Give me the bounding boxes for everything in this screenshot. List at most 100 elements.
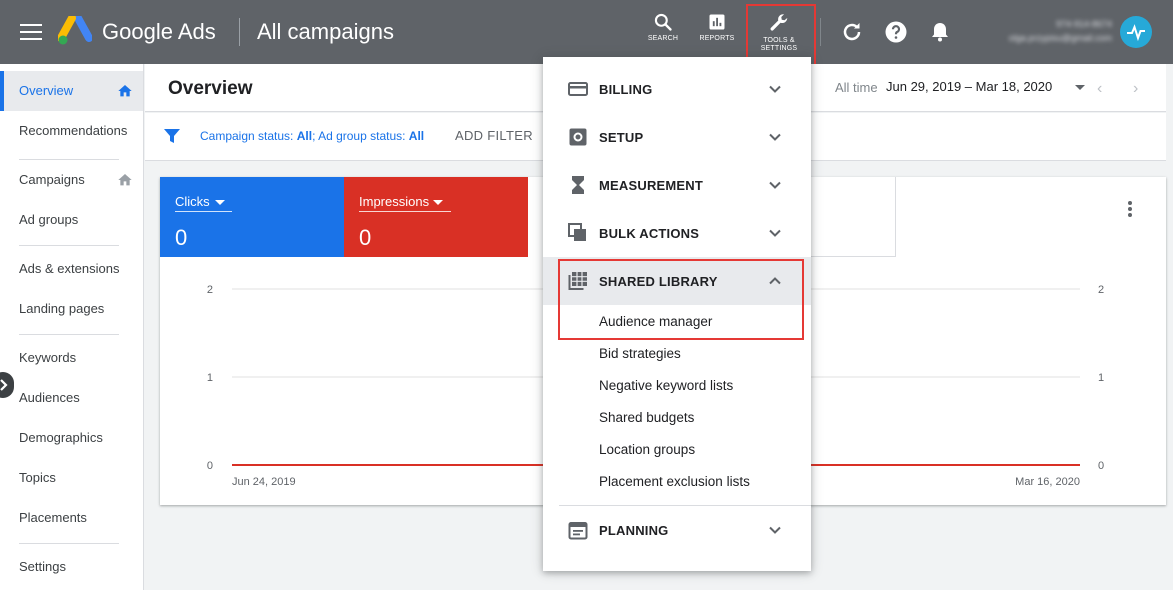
avatar[interactable] [1120, 16, 1152, 48]
credit-card-icon [568, 82, 588, 96]
y-tick-label-right: 2 [1098, 284, 1104, 296]
copy-stack-icon [568, 223, 586, 241]
dropdown-caret-icon[interactable] [1075, 85, 1085, 90]
more-options-icon[interactable] [1128, 201, 1132, 219]
home-icon [118, 85, 132, 97]
sidebar-item-audiences[interactable]: Audiences [0, 378, 143, 418]
account-email: olga.przypisu@gmail.com [1008, 33, 1112, 43]
sidebar-item-label: Demographics [19, 430, 103, 445]
help-icon[interactable] [884, 20, 908, 44]
divider [19, 334, 119, 335]
chevron-down-icon [769, 85, 781, 93]
pulse-icon [1127, 24, 1145, 42]
account-id: 974-914-8674 [1055, 19, 1112, 29]
sidebar-item-overview[interactable]: Overview [0, 71, 143, 111]
sidebar-item-label: Audiences [19, 390, 80, 405]
filter-icon[interactable] [163, 128, 181, 144]
reports-button[interactable]: REPORTS [694, 12, 740, 54]
chevron-down-icon [769, 181, 781, 189]
menu-item-billing[interactable]: BILLING [543, 65, 811, 113]
metric-slot-empty[interactable] [810, 177, 896, 257]
top-app-bar: Google Ads All campaigns SEARCH REPORTS … [0, 0, 1173, 66]
dropdown-caret-icon [215, 200, 225, 205]
search-label: SEARCH [647, 35, 679, 42]
sidebar-item-label: Topics [19, 470, 56, 485]
sidebar-item-landing-pages[interactable]: Landing pages [0, 289, 143, 329]
menu-subitem-placement-exclusion-lists[interactable]: Placement exclusion lists [599, 474, 750, 489]
menu-item-setup[interactable]: SETUP [543, 113, 811, 161]
chevron-down-icon [769, 229, 781, 237]
chevron-right-icon [0, 379, 8, 391]
sidebar-item-label: Ad groups [19, 212, 79, 227]
reports-icon [709, 14, 725, 30]
menu-item-label: PLANNING [599, 523, 669, 538]
menu-item-label: BILLING [599, 82, 653, 97]
sidebar-item-label: Overview [19, 83, 74, 98]
sidebar-item-ads-extensions[interactable]: Ads & extensions [0, 249, 143, 289]
next-period-icon[interactable]: › [1133, 80, 1138, 98]
refresh-icon[interactable] [840, 20, 864, 44]
sidebar-nav: Overview Recommendations Campaigns Ad gr… [0, 64, 144, 590]
menu-icon[interactable] [20, 24, 42, 40]
sidebar-item-label: Settings [19, 559, 66, 574]
sidebar-item-recommendations[interactable]: Recommendations [0, 111, 143, 151]
menu-item-bulk-actions[interactable]: BULK ACTIONS [543, 209, 811, 257]
date-range-picker[interactable]: Jun 29, 2019 – Mar 18, 2020 [886, 79, 1052, 94]
menu-subitem-negative-keyword-lists[interactable]: Negative keyword lists [599, 378, 733, 393]
menu-item-label: BULK ACTIONS [599, 226, 700, 241]
menu-subitem-bid-strategies[interactable]: Bid strategies [599, 346, 681, 361]
divider [820, 18, 821, 46]
sidebar-item-placements[interactable]: Placements [0, 498, 143, 538]
page-title: All campaigns [257, 19, 394, 44]
metric-impressions[interactable]: Impressions 0 [344, 177, 528, 257]
filter-summary[interactable]: Campaign status: All; Ad group status: A… [200, 129, 424, 143]
sidebar-item-label: Keywords [19, 350, 77, 365]
sidebar-item-keywords[interactable]: Keywords [0, 338, 143, 378]
menu-subitem-location-groups[interactable]: Location groups [599, 442, 695, 457]
y-tick-label-left: 2 [207, 284, 213, 296]
home-icon [118, 174, 132, 186]
sidebar-item-label: Recommendations [19, 123, 128, 138]
sidebar-item-ad-groups[interactable]: Ad groups [0, 200, 143, 240]
sidebar-item-campaigns[interactable]: Campaigns [0, 160, 143, 200]
filter-adgroup-label: ; Ad group status: [312, 129, 409, 143]
sidebar-item-label: Campaigns [19, 172, 85, 187]
sidebar-item-demographics[interactable]: Demographics [0, 418, 143, 458]
sidebar-item-topics[interactable]: Topics [0, 458, 143, 498]
sidebar-item-label: Landing pages [19, 301, 105, 316]
x-tick-label: Jun 24, 2019 [232, 476, 296, 488]
brand-name[interactable]: Google Ads [102, 19, 216, 45]
menu-subitem-shared-budgets[interactable]: Shared budgets [599, 410, 694, 425]
shared-library-highlight-box [558, 259, 804, 340]
search-button[interactable]: SEARCH [640, 12, 686, 54]
collapse-sidebar-button[interactable] [0, 372, 14, 398]
divider [239, 18, 240, 46]
page-heading: Overview [168, 78, 253, 99]
sidebar-item-label: Placements [19, 510, 87, 525]
sidebar-item-label: Ads & extensions [19, 261, 120, 276]
sidebar-item-settings[interactable]: Settings [0, 547, 143, 587]
google-ads-logo [58, 16, 92, 45]
account-info[interactable]: 974-914-8674 olga.przypisu@gmail.com [972, 17, 1112, 45]
dropdown-caret-icon [433, 200, 443, 205]
divider [19, 245, 119, 246]
filter-campaign-value: All [296, 129, 313, 143]
notifications-bell-icon[interactable] [928, 20, 952, 44]
date-range-label: All time [835, 80, 878, 95]
filter-adgroup-value: All [408, 129, 425, 143]
x-tick-label: Mar 16, 2020 [1015, 476, 1080, 488]
chevron-down-icon [769, 526, 781, 534]
chevron-down-icon [769, 133, 781, 141]
divider [19, 543, 119, 544]
add-filter-button[interactable]: ADD FILTER [455, 128, 533, 143]
y-tick-label-left: 0 [207, 460, 213, 472]
gear-icon [569, 128, 587, 146]
search-icon [654, 13, 672, 31]
previous-period-icon[interactable]: ‹ [1097, 80, 1102, 98]
menu-item-planning[interactable]: PLANNING [543, 506, 811, 554]
menu-item-measurement[interactable]: MEASUREMENT [543, 161, 811, 209]
filter-campaign-label: Campaign status: [200, 129, 297, 143]
y-tick-label-right: 0 [1098, 460, 1104, 472]
menu-item-label: SETUP [599, 130, 644, 145]
metric-clicks[interactable]: Clicks 0 [160, 177, 344, 257]
